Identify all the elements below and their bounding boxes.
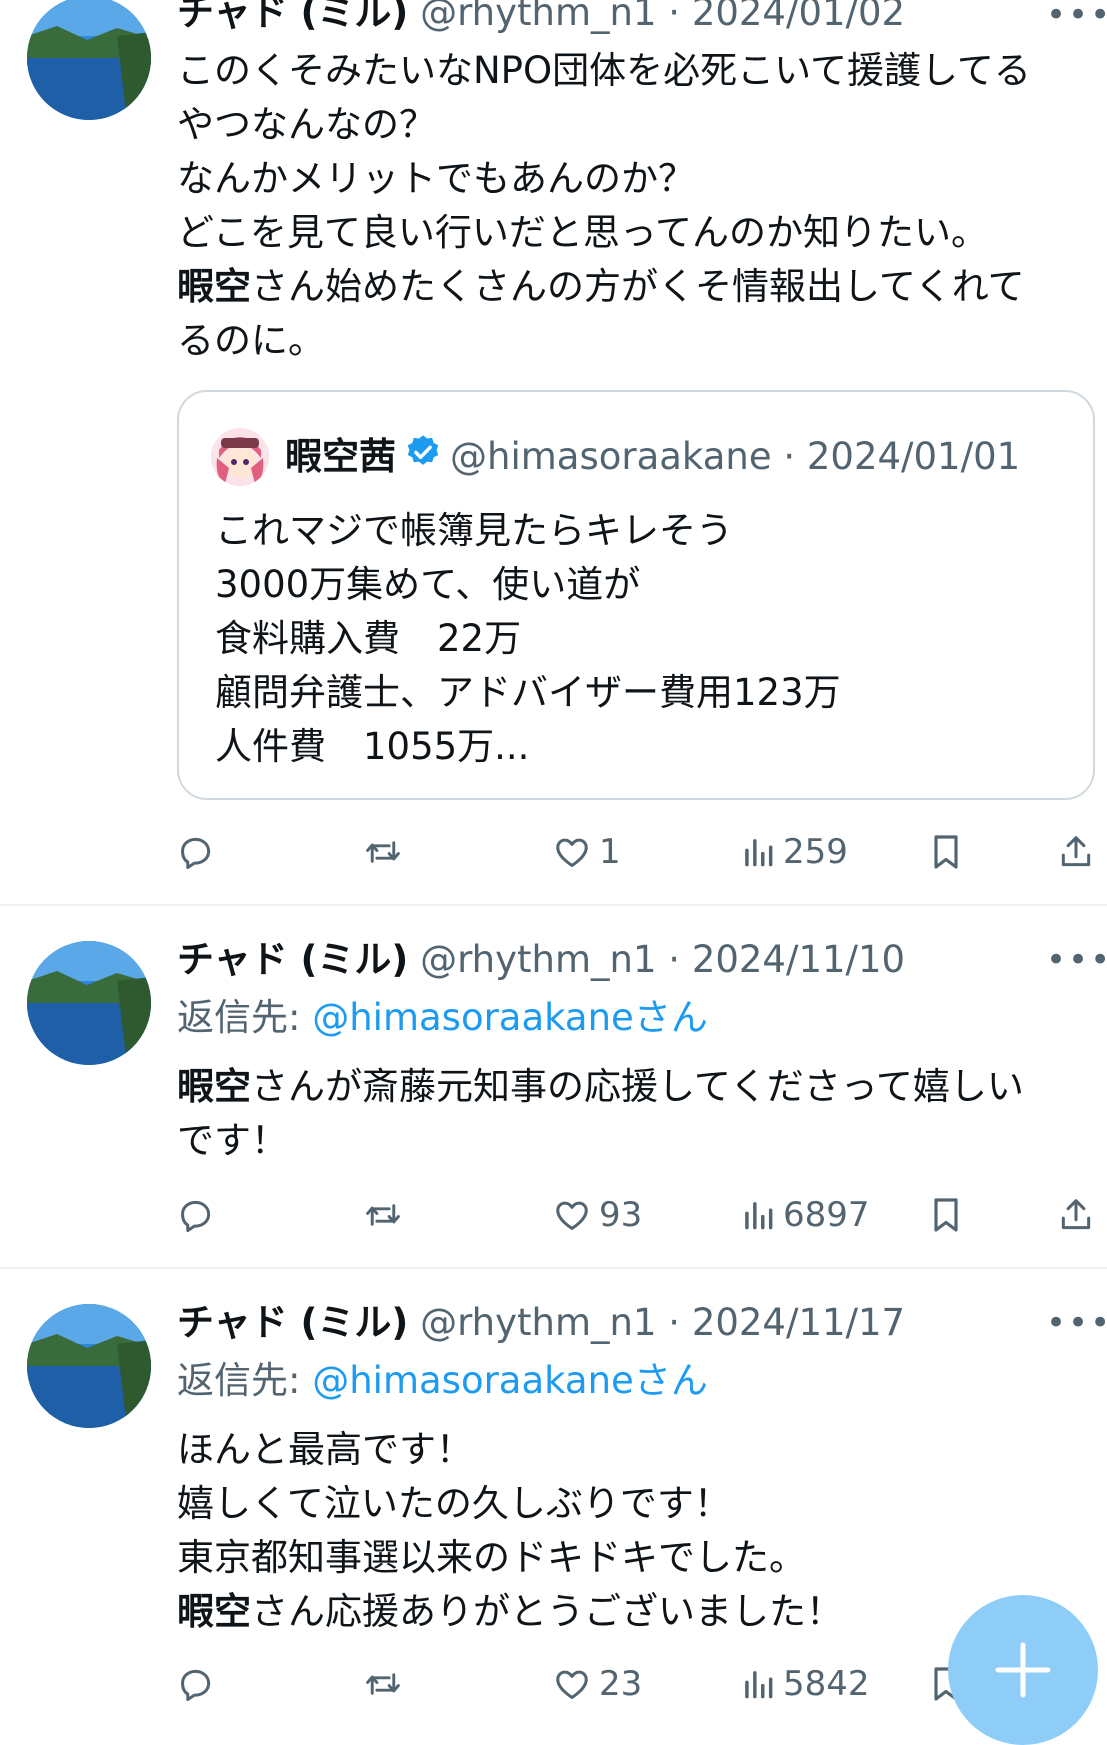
quoted-text-line: 食料購入費 22万 xyxy=(215,617,522,660)
text-line: 嬉しくて泣いたの久しぶりです！ xyxy=(177,1482,731,1525)
tweet-divider xyxy=(0,1267,1107,1269)
reply-icon xyxy=(177,1665,215,1703)
retweet-icon xyxy=(363,833,403,871)
views-button[interactable]: 259 xyxy=(741,827,848,877)
reply-button[interactable] xyxy=(177,1190,223,1240)
tweet-header: チャド (ミル) @rhythm_n1 · 2024/01/02 xyxy=(177,0,905,38)
quoted-author-handle[interactable]: @himasoraakane xyxy=(450,435,772,478)
views-icon xyxy=(741,1665,775,1703)
tweet-divider xyxy=(0,904,1107,906)
author-handle[interactable]: @rhythm_n1 xyxy=(420,938,656,981)
quoted-text-line: これマジで帳簿見たらキレそう xyxy=(215,509,733,552)
text-line: なんかメリットでもあんのか？ xyxy=(177,157,695,200)
author-name[interactable]: チャド (ミル) xyxy=(177,1301,408,1344)
reply-button[interactable] xyxy=(177,827,223,877)
share-icon xyxy=(1057,1195,1095,1235)
tweet-date[interactable]: 2024/01/02 xyxy=(692,0,905,34)
bookmark-button[interactable] xyxy=(929,827,963,877)
reply-to-mention[interactable]: @himasoraakaneさん xyxy=(312,1359,708,1402)
author-name[interactable]: チャド (ミル) xyxy=(177,0,408,34)
views-icon xyxy=(741,1196,775,1234)
views-button[interactable]: 6897 xyxy=(741,1190,870,1240)
retweet-button[interactable] xyxy=(363,827,411,877)
retweet-button[interactable] xyxy=(363,1190,411,1240)
tweet-header: チャド (ミル) @rhythm_n1 · 2024/11/10 xyxy=(177,935,905,985)
text-line: どこを見て良い行いだと思ってんのか知りたい。 xyxy=(177,211,989,254)
avatar[interactable] xyxy=(27,1304,151,1428)
heart-icon xyxy=(553,1196,591,1234)
quoted-text: これマジで帳簿見たらキレそう 3000万集めて、使い道が 食料購入費 22万 顧… xyxy=(215,504,841,774)
share-button[interactable] xyxy=(1057,1190,1095,1240)
separator: · xyxy=(668,1301,681,1344)
reply-to: 返信先: @himasoraakaneさん xyxy=(177,993,708,1043)
reply-button[interactable] xyxy=(177,1659,223,1709)
tweet-text: このくそみたいなNPO団体を必死こいて援護してる やつなんなの？ なんかメリット… xyxy=(177,44,1092,368)
reply-icon xyxy=(177,1196,215,1234)
text-line: 暇空さん応援ありがとうございました！ xyxy=(177,1590,843,1633)
quoted-author-name[interactable]: 暇空茜 xyxy=(285,435,396,478)
avatar[interactable] xyxy=(27,0,151,120)
bookmark-button[interactable] xyxy=(929,1190,963,1240)
tweet-date[interactable]: 2024/11/17 xyxy=(692,1301,905,1344)
retweet-icon xyxy=(363,1196,403,1234)
bookmark-icon xyxy=(929,1195,963,1235)
tweet-text: 暇空さんが斎藤元知事の応援してくださって嬉しい です！ xyxy=(177,1060,1092,1168)
tweet-text: ほんと最高です！ 嬉しくて泣いたの久しぶりです！ 東京都知事選以来のドキドキでし… xyxy=(177,1423,1092,1639)
share-icon xyxy=(1057,832,1095,872)
quoted-header: 暇空茜 @himasoraakane · 2024/01/01 xyxy=(285,428,1020,486)
text-line: 東京都知事選以来のドキドキでした。 xyxy=(177,1536,806,1579)
verified-badge-icon xyxy=(404,430,442,488)
author-handle[interactable]: @rhythm_n1 xyxy=(420,1301,656,1344)
text-line: 暇空さんが斎藤元知事の応援してくださって嬉しい xyxy=(177,1065,1024,1108)
action-bar: 1 259 xyxy=(177,827,1097,877)
text-line: です！ xyxy=(177,1119,288,1162)
share-button[interactable] xyxy=(1057,827,1095,877)
separator: · xyxy=(783,435,796,478)
more-options-icon[interactable]: ••• xyxy=(1046,935,1107,985)
quoted-tweet[interactable]: 暇空茜 @himasoraakane · 2024/01/01 これマジで帳簿見た… xyxy=(177,390,1095,800)
heart-icon xyxy=(553,1665,591,1703)
text-line: このくそみたいなNPO団体を必死こいて援護してる xyxy=(177,49,1031,92)
quoted-text-line: 3000万集めて、使い道が xyxy=(215,563,641,606)
text-line: やつなんなの？ xyxy=(177,103,436,146)
quoted-text-line: 人件費 1055万... xyxy=(215,725,530,768)
text-line: ほんと最高です！ xyxy=(177,1428,473,1471)
like-count: 1 xyxy=(599,832,621,872)
more-options-icon[interactable]: ••• xyxy=(1046,1298,1107,1348)
quoted-date[interactable]: 2024/01/01 xyxy=(807,435,1020,478)
quoted-avatar[interactable] xyxy=(211,428,269,486)
action-bar: 93 6897 xyxy=(177,1190,1097,1240)
like-count: 93 xyxy=(599,1195,643,1235)
separator: · xyxy=(668,938,681,981)
avatar[interactable] xyxy=(27,941,151,1065)
like-count: 23 xyxy=(599,1664,643,1704)
view-count: 259 xyxy=(783,832,848,872)
view-count: 6897 xyxy=(783,1195,870,1235)
author-handle[interactable]: @rhythm_n1 xyxy=(420,0,656,34)
reply-to-mention[interactable]: @himasoraakaneさん xyxy=(312,996,708,1039)
retweet-icon xyxy=(363,1665,403,1703)
quoted-text-line: 顧問弁護士、アドバイザー費用123万 xyxy=(215,671,841,714)
compose-button[interactable] xyxy=(948,1595,1098,1745)
text-line: 暇空さん始めたくさんの方がくそ情報出してくれて xyxy=(177,265,1025,308)
view-count: 5842 xyxy=(783,1664,870,1704)
text-line: るのに。 xyxy=(177,319,325,362)
more-options-icon[interactable]: ••• xyxy=(1046,0,1107,40)
tweet-header: チャド (ミル) @rhythm_n1 · 2024/11/17 xyxy=(177,1298,905,1348)
views-icon xyxy=(741,833,775,871)
heart-icon xyxy=(553,833,591,871)
like-button[interactable]: 93 xyxy=(553,1190,642,1240)
views-button[interactable]: 5842 xyxy=(741,1659,870,1709)
bookmark-icon xyxy=(929,832,963,872)
like-button[interactable]: 23 xyxy=(553,1659,642,1709)
author-name[interactable]: チャド (ミル) xyxy=(177,938,408,981)
reply-icon xyxy=(177,833,215,871)
separator: · xyxy=(668,0,681,34)
reply-to: 返信先: @himasoraakaneさん xyxy=(177,1356,708,1406)
like-button[interactable]: 1 xyxy=(553,827,621,877)
reply-to-label: 返信先: xyxy=(177,996,313,1039)
reply-to-label: 返信先: xyxy=(177,1359,313,1402)
tweet-date[interactable]: 2024/11/10 xyxy=(692,938,905,981)
retweet-button[interactable] xyxy=(363,1659,411,1709)
